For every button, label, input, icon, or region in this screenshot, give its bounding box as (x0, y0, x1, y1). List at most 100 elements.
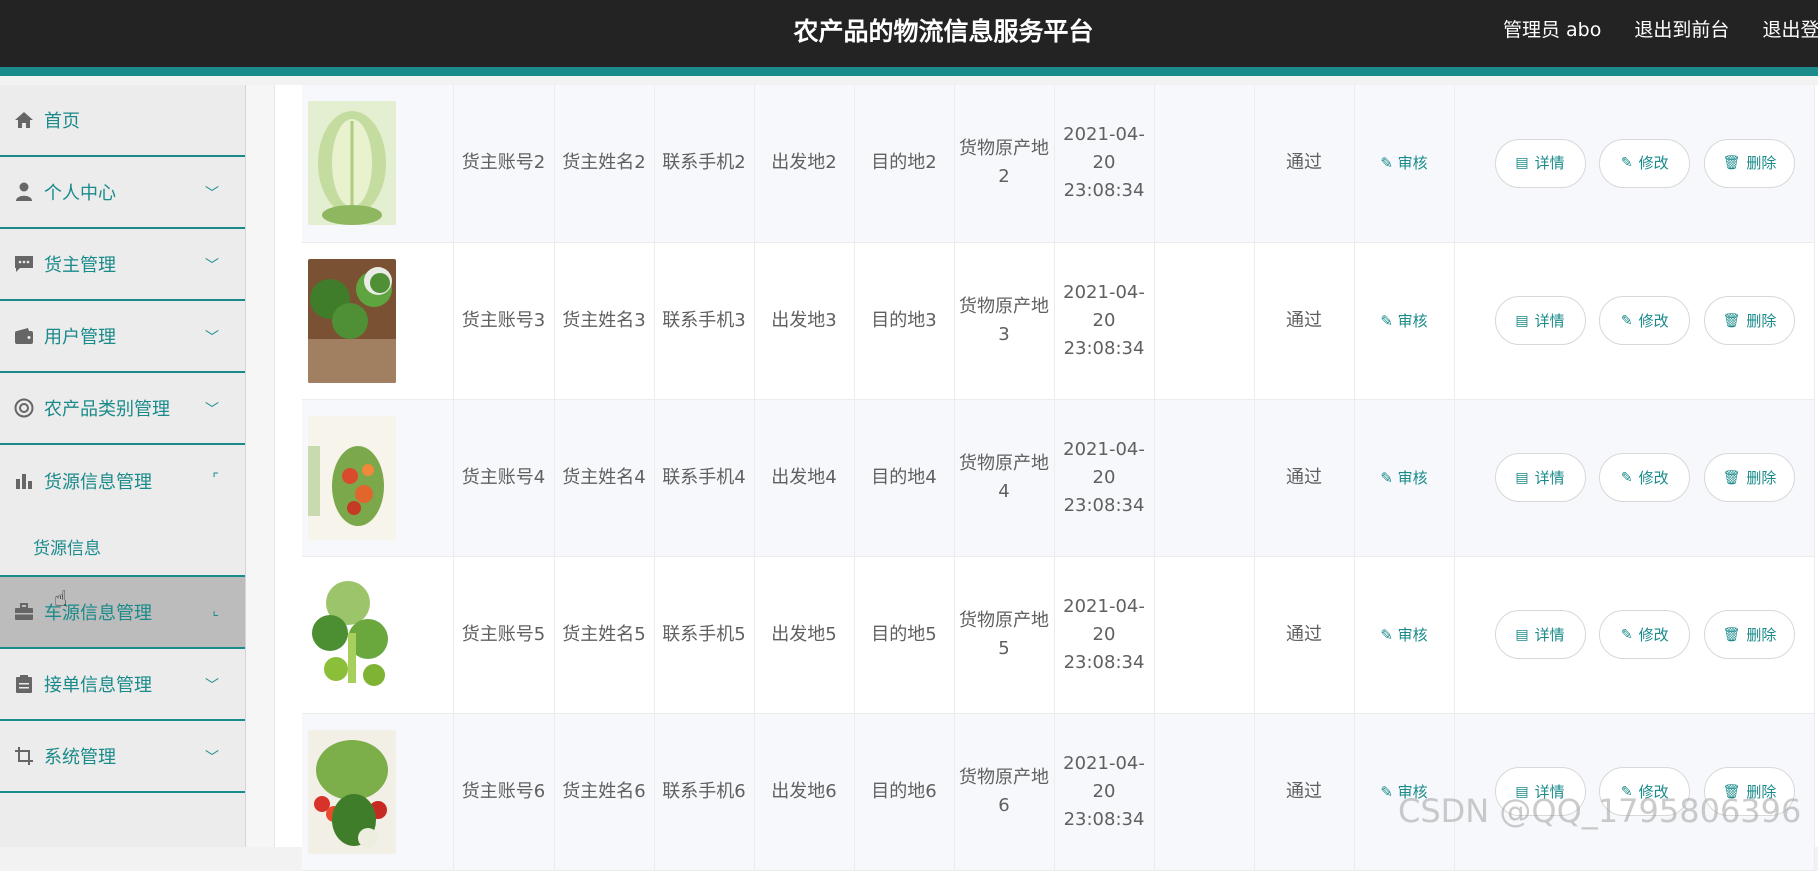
produce-origin-cell: 货物原产地5 (954, 556, 1055, 714)
edit-button[interactable]: ✎ 修改 (1599, 138, 1691, 188)
audit-button[interactable]: ✎ 审核 (1380, 312, 1427, 330)
phone-cell: 联系手机3 (654, 242, 755, 400)
origin-cell: 出发地3 (754, 242, 855, 400)
vegetables-image (308, 415, 396, 540)
origin-cell: 出发地6 (754, 713, 855, 871)
operations-cell: ▤ 详情 ✎ 修改 🗑 删除 (1454, 242, 1815, 400)
audit-button[interactable]: ✎ 审核 (1380, 154, 1427, 172)
image-cell (302, 399, 454, 557)
produce-origin-cell: 货物原产地2 (954, 85, 1055, 243)
shipper-name-cell: 货主姓名4 (554, 399, 655, 557)
phone-cell: 联系手机4 (654, 399, 755, 557)
header-accent-bar (0, 67, 1818, 76)
origin-cell: 出发地5 (754, 556, 855, 714)
destination-cell: 目的地5 (854, 556, 955, 714)
phone-cell: 联系手机5 (654, 556, 755, 714)
cargo-table: 货主账号2 货主姓名2 联系手机2 出发地2 目的地2 货物原产地2 2021-… (302, 85, 1815, 871)
operations-cell: ▤ 详情 ✎ 修改 🗑 删除 (1454, 85, 1815, 243)
sidebar-item-order-management[interactable]: 接单信息管理 ﹀ (0, 649, 245, 721)
submenu-item-cargo-source-info[interactable]: 货源信息 (0, 517, 245, 577)
detail-button[interactable]: ▤ 详情 (1494, 296, 1586, 345)
image-cell (302, 85, 454, 243)
audit-cell[interactable]: ✎ 审核 (1354, 399, 1455, 557)
time-cell: 2021-04-20 23:08:34 (1054, 399, 1155, 557)
chevron-down-icon: ﹀ (205, 678, 219, 694)
detail-button[interactable]: ▤ 详情 (1494, 138, 1586, 188)
audit-cell[interactable]: ✎ 审核 (1354, 85, 1455, 243)
delete-button[interactable]: 🗑 删除 (1703, 296, 1795, 345)
status-cell: 通过 (1254, 242, 1355, 400)
sidebar-item-label: 接单信息管理 (44, 675, 152, 696)
edit-button[interactable]: ✎ 修改 (1599, 296, 1691, 345)
edit-icon: ✎ (1380, 782, 1398, 801)
audit-button[interactable]: ✎ 审核 (1380, 469, 1427, 487)
content-gutter (246, 85, 275, 847)
destination-cell: 目的地6 (854, 713, 955, 871)
origin-cell: 出发地4 (754, 399, 855, 557)
mouse-pointer-icon: ☝ (54, 587, 68, 612)
detail-button[interactable]: ▤ 详情 (1494, 610, 1586, 659)
trash-icon: 🗑 (1722, 626, 1741, 643)
top-bar: 农产品的物流信息服务平台 管理员 abo 退出到前台 退出登 (0, 0, 1818, 76)
trash-icon: 🗑 (1722, 155, 1741, 172)
image-cell (302, 556, 454, 714)
delete-button[interactable]: 🗑 删除 (1703, 138, 1795, 188)
phone-cell: 联系手机6 (654, 713, 755, 871)
sidebar-item-cargo-source-management[interactable]: 货源信息管理 ⌜ (0, 445, 245, 517)
destination-cell: 目的地2 (854, 85, 955, 243)
image-cell (302, 713, 454, 871)
empty-cell (1154, 713, 1255, 871)
time-cell: 2021-04-20 23:08:34 (1054, 713, 1155, 871)
sidebar-item-label: 首页 (44, 111, 80, 132)
operations-cell: ▤ 详情 ✎ 修改 🗑 删除 (1454, 399, 1815, 557)
sidebar-item-label: 个人中心 (44, 183, 116, 204)
edit-icon: ✎ (1620, 312, 1633, 329)
audit-cell[interactable]: ✎ 审核 (1354, 242, 1455, 400)
broccoli-image (308, 258, 396, 383)
trash-icon: 🗑 (1722, 312, 1741, 329)
empty-cell (1154, 399, 1255, 557)
time-cell: 2021-04-20 23:08:34 (1054, 85, 1155, 243)
edit-button[interactable]: ✎ 修改 (1599, 453, 1691, 502)
destination-cell: 目的地3 (854, 242, 955, 400)
audit-cell[interactable]: ✎ 审核 (1354, 556, 1455, 714)
sidebar: 首页 个人中心 ﹀ 货主管理 ﹀ 用户管理 ﹀ 农产品类别管理 ﹀ 货源信息管理… (0, 85, 246, 847)
sidebar-item-label: 系统管理 (44, 747, 116, 768)
edit-icon: ✎ (1380, 468, 1398, 487)
home-icon (12, 108, 36, 132)
delete-button[interactable]: 🗑 删除 (1703, 453, 1795, 502)
produce-origin-cell: 货物原产地3 (954, 242, 1055, 400)
shipper-name-cell: 货主姓名2 (554, 85, 655, 243)
trash-icon: 🗑 (1722, 469, 1741, 486)
exit-to-front-link[interactable]: 退出到前台 (1634, 19, 1729, 41)
edit-icon: ✎ (1620, 626, 1633, 643)
phone-cell: 联系手机2 (654, 85, 755, 243)
detail-button[interactable]: ▤ 详情 (1494, 453, 1586, 502)
sidebar-item-label: 货源信息管理 (44, 472, 152, 493)
main-content: 货主账号2 货主姓名2 联系手机2 出发地2 目的地2 货物原产地2 2021-… (246, 85, 1818, 871)
edit-button[interactable]: ✎ 修改 (1599, 610, 1691, 659)
logout-link[interactable]: 退出登 (1762, 19, 1818, 41)
image-cell (302, 242, 454, 400)
table-row: 货主账号5 货主姓名5 联系手机5 出发地5 目的地5 货物原产地5 2021-… (302, 556, 1815, 714)
empty-cell (1154, 242, 1255, 400)
chevron-down-icon: ﹀ (205, 186, 219, 202)
status-cell: 通过 (1254, 85, 1355, 243)
sidebar-item-home[interactable]: 首页 (0, 85, 245, 157)
document-icon: ▤ (1515, 469, 1529, 486)
sidebar-item-personal-center[interactable]: 个人中心 ﹀ (0, 157, 245, 229)
produce-origin-cell: 货物原产地6 (954, 713, 1055, 871)
audit-button[interactable]: ✎ 审核 (1380, 626, 1427, 644)
sidebar-item-label: 农产品类别管理 (44, 399, 170, 420)
shipper-name-cell: 货主姓名5 (554, 556, 655, 714)
sidebar-item-user-management[interactable]: 用户管理 ﹀ (0, 301, 245, 373)
sidebar-item-vehicle-source-management[interactable]: 车源信息管理 ⌞ (0, 577, 245, 649)
sidebar-item-category-management[interactable]: 农产品类别管理 ﹀ (0, 373, 245, 445)
edit-icon: ✎ (1620, 469, 1633, 486)
green-vegetables-image (308, 572, 396, 697)
delete-button[interactable]: 🗑 删除 (1703, 610, 1795, 659)
sidebar-item-system-management[interactable]: 系统管理 ﹀ (0, 721, 245, 793)
shipper-account-cell: 货主账号6 (453, 713, 555, 871)
briefcase-icon (12, 600, 36, 624)
sidebar-item-shipper-management[interactable]: 货主管理 ﹀ (0, 229, 245, 301)
